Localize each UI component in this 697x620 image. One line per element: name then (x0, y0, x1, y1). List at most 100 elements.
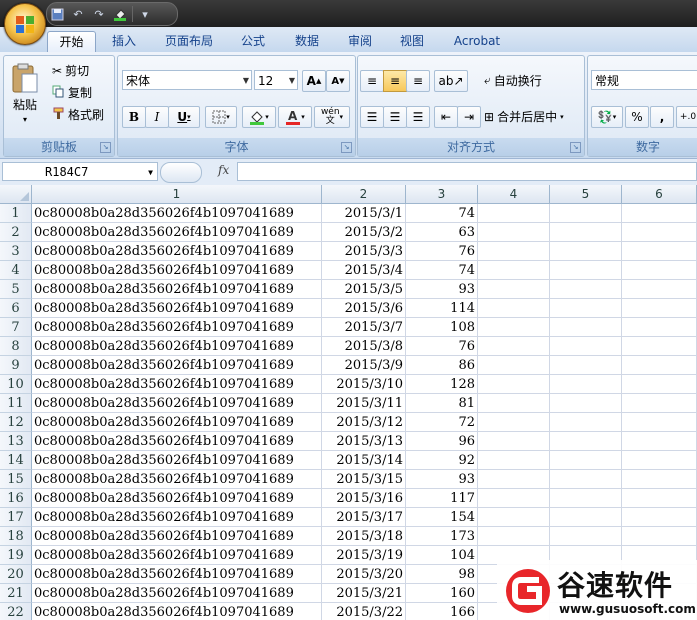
grid-cell[interactable]: 0c80008b0a28d356026f4b1097041689 (32, 413, 322, 432)
name-box-dropdown-icon[interactable]: ▼ (148, 163, 153, 182)
wrap-text-button[interactable]: ⤶ 自动换行 (484, 72, 542, 89)
customize-icon[interactable]: ▾ (136, 5, 154, 23)
row-header[interactable]: 18 (0, 527, 32, 546)
grid-cell[interactable] (550, 489, 622, 508)
grid-cell[interactable] (550, 432, 622, 451)
grid-cell[interactable]: 154 (406, 508, 478, 527)
grid-cell[interactable]: 93 (406, 280, 478, 299)
grid-cell[interactable]: 166 (406, 603, 478, 620)
alignment-launcher-icon[interactable]: ↘ (570, 142, 581, 153)
column-header[interactable]: 3 (406, 185, 478, 204)
grid-cell[interactable]: 0c80008b0a28d356026f4b1097041689 (32, 394, 322, 413)
grid-cell[interactable]: 0c80008b0a28d356026f4b1097041689 (32, 356, 322, 375)
font-color-button[interactable]: A ▾ (278, 106, 312, 128)
grid-cell[interactable]: 2015/3/7 (322, 318, 406, 337)
grid-cell[interactable] (550, 242, 622, 261)
grid-cell[interactable] (550, 451, 622, 470)
grid-cell[interactable]: 2015/3/15 (322, 470, 406, 489)
font-name-dropdown-icon[interactable]: ▼ (243, 71, 249, 91)
grid-cell[interactable]: 98 (406, 565, 478, 584)
grid-cell[interactable] (622, 299, 697, 318)
increase-decimal-button[interactable]: +.0 (676, 106, 697, 128)
orientation-button[interactable]: ab↗ (434, 70, 468, 92)
grid-cell[interactable]: 2015/3/5 (322, 280, 406, 299)
grid-cell[interactable]: 108 (406, 318, 478, 337)
merge-center-button[interactable]: ⊞ 合并后居中 ▾ (484, 108, 564, 125)
grid-cell[interactable]: 0c80008b0a28d356026f4b1097041689 (32, 565, 322, 584)
row-header[interactable]: 12 (0, 413, 32, 432)
grid-cell[interactable] (550, 261, 622, 280)
undo-icon[interactable]: ↶ (69, 5, 87, 23)
grid-cell[interactable] (550, 318, 622, 337)
row-header[interactable]: 7 (0, 318, 32, 337)
tab-insert[interactable]: 插入 (104, 31, 144, 52)
grid-cell[interactable] (478, 280, 550, 299)
grid-cell[interactable] (478, 223, 550, 242)
underline-button[interactable]: U ▾ (168, 106, 200, 128)
row-header[interactable]: 3 (0, 242, 32, 261)
grid-cell[interactable] (622, 204, 697, 223)
grid-cell[interactable]: 2015/3/20 (322, 565, 406, 584)
grid-cell[interactable]: 93 (406, 470, 478, 489)
grid-cell[interactable]: 2015/3/19 (322, 546, 406, 565)
formula-input[interactable] (237, 162, 697, 181)
clipboard-launcher-icon[interactable]: ↘ (100, 142, 111, 153)
grid-cell[interactable]: 2015/3/4 (322, 261, 406, 280)
italic-button[interactable]: I (145, 106, 169, 128)
grid-cell[interactable]: 74 (406, 204, 478, 223)
grid-cell[interactable] (478, 356, 550, 375)
grid-cell[interactable] (478, 318, 550, 337)
grid-cell[interactable] (622, 280, 697, 299)
grid-cell[interactable] (622, 394, 697, 413)
grid-cell[interactable] (622, 223, 697, 242)
row-header[interactable]: 15 (0, 470, 32, 489)
grid-cell[interactable]: 2015/3/22 (322, 603, 406, 620)
grid-cell[interactable] (478, 261, 550, 280)
grid-cell[interactable] (622, 413, 697, 432)
grid-cell[interactable] (478, 204, 550, 223)
grid-cell[interactable]: 2015/3/10 (322, 375, 406, 394)
grid-cell[interactable]: 0c80008b0a28d356026f4b1097041689 (32, 299, 322, 318)
grid-cell[interactable] (478, 489, 550, 508)
tab-view[interactable]: 视图 (392, 31, 432, 52)
spreadsheet-grid[interactable]: 1 2 3 4 5 6 1 0c80008b0a28d356026f4b1097041689 2… (0, 185, 697, 620)
align-right-button[interactable]: ☰ (406, 106, 430, 128)
grid-cell[interactable]: 0c80008b0a28d356026f4b1097041689 (32, 204, 322, 223)
grid-cell[interactable]: 0c80008b0a28d356026f4b1097041689 (32, 527, 322, 546)
grid-cell[interactable] (478, 242, 550, 261)
percent-button[interactable]: % (625, 106, 649, 128)
column-header[interactable]: 6 (622, 185, 697, 204)
grid-cell[interactable]: 2015/3/18 (322, 527, 406, 546)
font-name-combo[interactable]: 宋体 ▼ (122, 70, 252, 90)
grid-cell[interactable] (478, 527, 550, 546)
grid-cell[interactable] (550, 413, 622, 432)
grid-cell[interactable]: 81 (406, 394, 478, 413)
grid-cell[interactable] (622, 432, 697, 451)
row-header[interactable]: 22 (0, 603, 32, 620)
grid-cell[interactable] (478, 451, 550, 470)
grid-cell[interactable]: 2015/3/8 (322, 337, 406, 356)
grid-cell[interactable] (622, 470, 697, 489)
grid-cell[interactable]: 0c80008b0a28d356026f4b1097041689 (32, 451, 322, 470)
fill-color-button[interactable]: ▾ (242, 106, 276, 128)
grid-cell[interactable]: 2015/3/11 (322, 394, 406, 413)
grid-cell[interactable]: 0c80008b0a28d356026f4b1097041689 (32, 280, 322, 299)
row-header[interactable]: 11 (0, 394, 32, 413)
row-header[interactable]: 13 (0, 432, 32, 451)
grid-cell[interactable] (550, 223, 622, 242)
shrink-font-button[interactable]: A ▼ (326, 70, 350, 92)
align-center-button[interactable]: ☰ (383, 106, 407, 128)
column-header[interactable]: 1 (32, 185, 322, 204)
grid-cell[interactable] (622, 375, 697, 394)
grid-cell[interactable] (550, 375, 622, 394)
grid-cell[interactable]: 96 (406, 432, 478, 451)
tab-acrobat[interactable]: Acrobat (446, 31, 508, 52)
grid-cell[interactable] (622, 242, 697, 261)
grid-cell[interactable] (622, 451, 697, 470)
grid-cell[interactable]: 2015/3/6 (322, 299, 406, 318)
office-button[interactable] (4, 3, 46, 45)
grid-cell[interactable] (550, 299, 622, 318)
grid-cell[interactable] (478, 413, 550, 432)
grid-cell[interactable]: 74 (406, 261, 478, 280)
row-header[interactable]: 9 (0, 356, 32, 375)
